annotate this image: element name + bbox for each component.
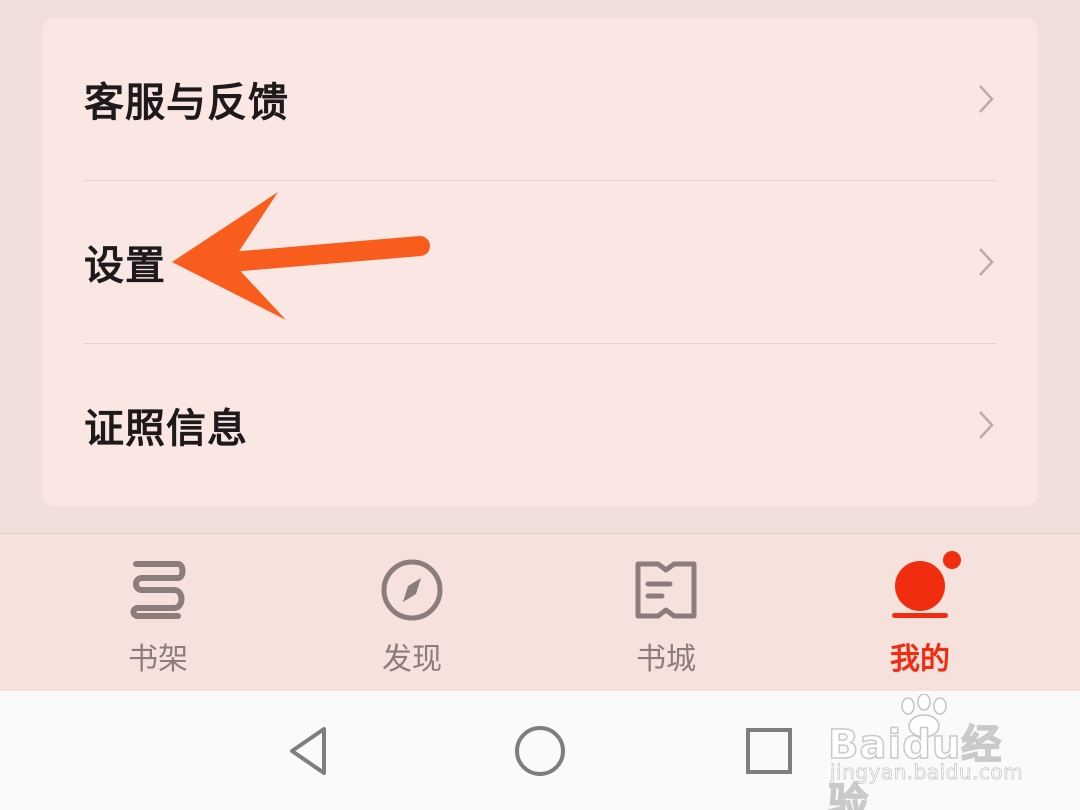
chevron-right-icon: [979, 411, 994, 439]
recents-square-icon[interactable]: [739, 721, 799, 781]
menu-item-settings[interactable]: 设置: [42, 181, 1038, 343]
menu-item-label: 证照信息: [84, 406, 248, 452]
tab-bookstore[interactable]: 书城: [566, 534, 766, 692]
bottom-tab-bar: 书架 发现 书城 我的: [0, 533, 1080, 692]
tab-label: 发现: [382, 642, 442, 677]
tab-label: 书架: [128, 642, 188, 677]
chevron-right-icon: [979, 248, 994, 276]
settings-menu-card: 客服与反馈 设置 证照信息: [42, 18, 1038, 506]
open-book-icon: [635, 561, 697, 619]
menu-item-feedback[interactable]: 客服与反馈: [42, 18, 1038, 180]
tab-bookshelf[interactable]: 书架: [58, 534, 258, 692]
tab-discover[interactable]: 发现: [312, 534, 512, 692]
tab-mine[interactable]: 我的: [820, 534, 1020, 692]
tab-label: 书城: [636, 642, 696, 677]
home-circle-icon[interactable]: [510, 721, 570, 781]
chevron-right-icon: [979, 85, 994, 113]
back-triangle-icon[interactable]: [280, 721, 340, 781]
menu-item-label: 设置: [84, 243, 166, 289]
system-navigation-bar: [0, 691, 1080, 810]
bookshelf-icon: [130, 561, 186, 619]
notification-badge: [941, 549, 963, 571]
compass-icon: [381, 559, 443, 621]
menu-item-license-info[interactable]: 证照信息: [42, 344, 1038, 506]
menu-item-label: 客服与反馈: [84, 80, 289, 126]
tab-label: 我的: [890, 642, 950, 677]
